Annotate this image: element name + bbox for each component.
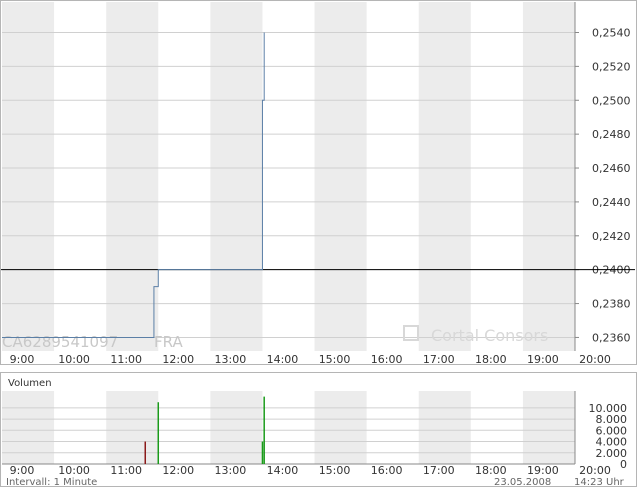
x-tick-label: 15:00 [319,353,351,366]
hour-band [522,2,575,351]
y-tick-label: 0,2380 [592,298,631,311]
y-tick-label: 8.000 [596,413,628,426]
x-tick-label: 10:00 [58,464,90,477]
x-tick-label: 14:00 [267,353,299,366]
x-tick-label: 9:00 [10,353,35,366]
volume-chart-panel: Volumen 0 2.000 4.000 6.000 8.000 10.000 9:00 10… [0,372,637,487]
x-tick-label: 12:00 [162,353,194,366]
y-tick-label: 0 [620,458,627,471]
y-tick-label: 0,2360 [592,331,631,344]
hour-band [210,2,263,351]
y-tick-label: 2.000 [596,447,628,460]
y-tick-label: 6.000 [596,424,628,437]
x-tick-label: 14:00 [267,464,299,477]
y-tick-label: 0,2540 [592,26,631,39]
x-tick-label: 13:00 [215,464,247,477]
time-label: 14:23 Uhr [574,477,624,488]
x-tick-label: 20:00 [579,464,611,477]
x-tick-label: 13:00 [215,353,247,366]
x-tick-label: 16:00 [371,464,403,477]
x-tick-label: 18:00 [475,353,507,366]
x-tick-label: 10:00 [58,353,90,366]
exchange-label: FRA [154,333,183,351]
x-tick-label: 12:00 [162,464,194,477]
hour-band [2,2,55,351]
x-tick-label: 17:00 [423,464,455,477]
hour-band [418,2,471,351]
instrument-label: CA6289541097 [2,333,118,351]
x-tick-label: 19:00 [527,464,559,477]
x-tick-label: 18:00 [475,464,507,477]
y-tick-label: 0,2440 [592,196,631,209]
interval-label: Intervall: 1 Minute [6,477,98,488]
price-chart: 0,23600,23800,24000,24200,24400,24600,24… [1,2,635,366]
volume-title: Volumen [8,378,52,389]
x-tick-label: 17:00 [423,353,455,366]
date-label: 23.05.2008 [494,477,552,488]
volume-chart: Volumen 02.0004.0006.0008.00010.000 9:00 10… [2,378,628,477]
x-tick-label: 9:00 [10,464,35,477]
y-tick-label: 4.000 [596,436,628,449]
y-tick-label: 10.000 [589,402,628,415]
hour-band [106,2,159,351]
watermark: Cortal Consors [431,326,548,345]
x-tick-label: 19:00 [527,353,559,366]
y-tick-label: 0,2500 [592,94,631,107]
x-tick-label: 16:00 [371,353,403,366]
y-tick-label: 0,2460 [592,162,631,175]
x-tick-label: 11:00 [110,353,142,366]
hour-band [314,2,367,351]
x-tick-label: 11:00 [110,464,142,477]
x-tick-label: 20:00 [579,353,611,366]
price-chart-panel: 0,2360 0,2380 0,2400 0,2420 0,2440 0,2460 0,24… [0,0,637,366]
x-tick-label: 15:00 [319,464,351,477]
y-tick-label: 0,2480 [592,128,631,141]
y-tick-label: 0,2520 [592,60,631,73]
y-tick-label: 0,2420 [592,230,631,243]
